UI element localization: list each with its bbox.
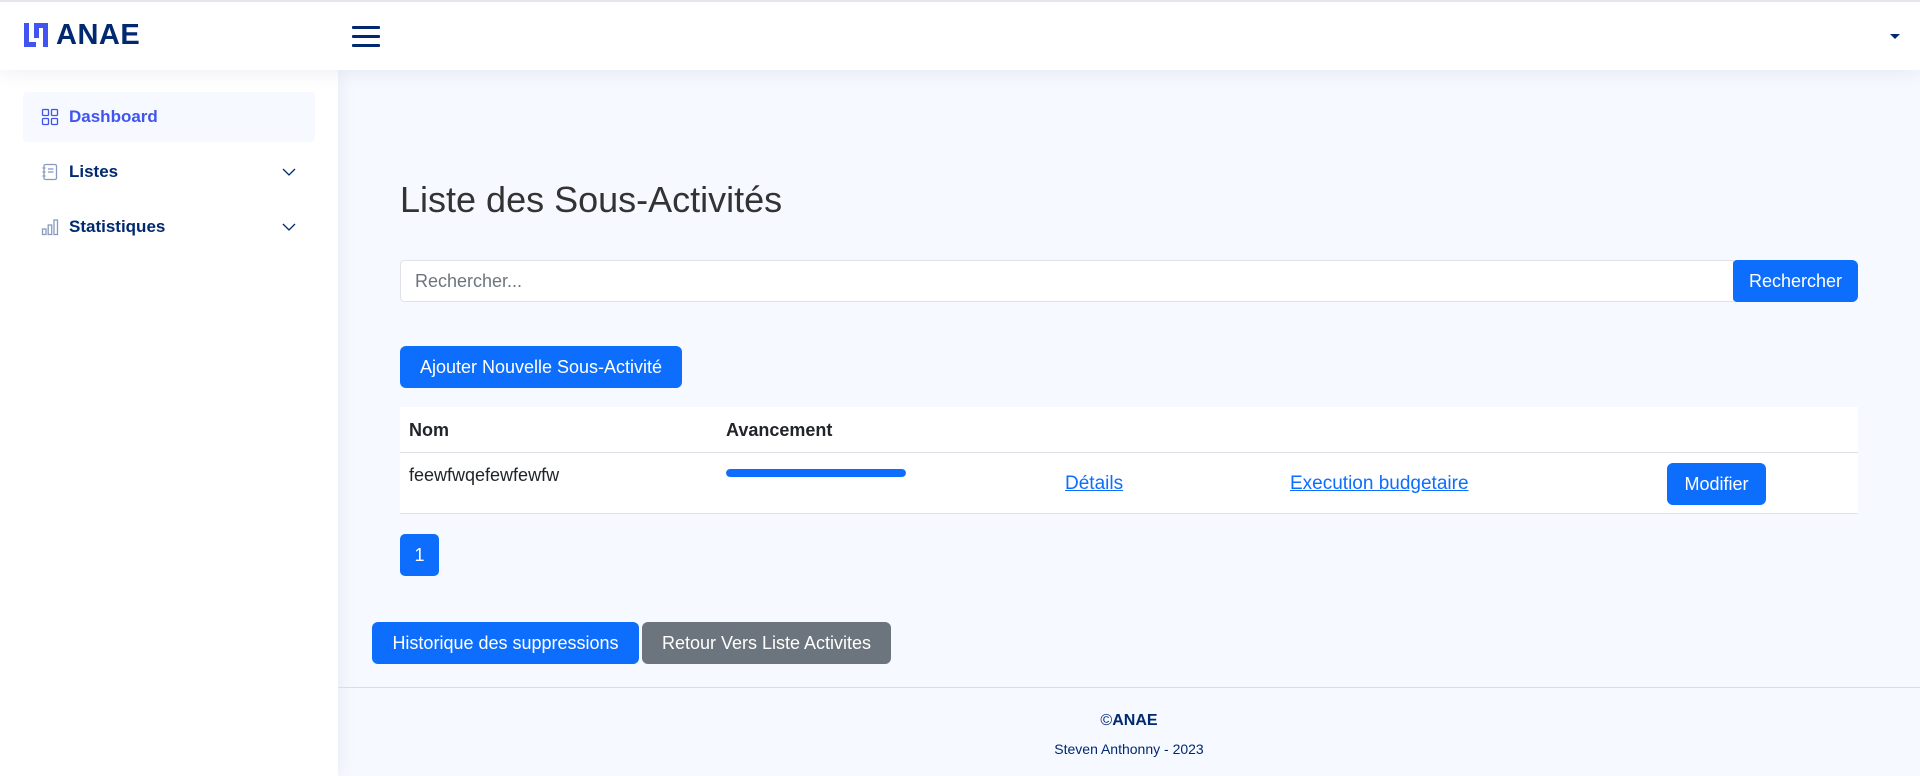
main-content: Liste des Sous-Activités Rechercher Ajou… [338,70,1920,776]
table-row: feewfwqefewfewfw Détails Execution budge… [400,453,1858,514]
bar-chart-icon [41,219,59,236]
footer: ©ANAE Steven Anthonny - 2023 [338,687,1920,776]
menu-toggle-icon[interactable] [352,24,380,48]
chevron-down-icon [282,168,296,176]
copyright: ©ANAE [338,712,1920,730]
logo[interactable]: ANAE [22,19,141,51]
column-header-progress: Avancement [726,420,833,440]
add-sub-activity-button[interactable]: Ajouter Nouvelle Sous-Activité [400,346,682,388]
sidebar-item-label: Dashboard [69,107,158,126]
chevron-down-icon [282,223,296,231]
top-header: ANAE [0,0,1920,70]
sidebar-item-label: Statistiques [69,217,166,236]
modify-button[interactable]: Modifier [1667,463,1766,505]
logo-text: ANAE [56,19,141,51]
logo-icon [24,23,48,47]
search-button[interactable]: Rechercher [1733,260,1858,302]
sidebar-item-statistiques[interactable]: Statistiques [23,202,315,252]
deletion-history-button[interactable]: Historique des suppressions [372,622,639,664]
budget-execution-link[interactable]: Execution budgetaire [1290,473,1469,495]
footer-credits: Steven Anthonny - 2023 [1054,741,1204,757]
column-header-name: Nom [409,420,449,440]
sub-activities-table: Nom Avancement feewfwqefewfewfw Détails … [400,407,1858,514]
row-name: feewfwqefewfewfw [409,465,560,485]
progress-bar [726,469,906,477]
pagination-page-1[interactable]: 1 [400,534,439,576]
details-link[interactable]: Détails [1065,473,1123,495]
grid-icon [41,108,59,126]
sidebar-item-listes[interactable]: Listes [23,147,315,197]
page-title: Liste des Sous-Activités [400,179,783,220]
profile-dropdown-icon[interactable] [1890,34,1900,39]
search-input[interactable] [400,260,1734,302]
progress-bar-fill [726,469,906,477]
copyright-symbol: © [1100,712,1113,729]
sidebar-item-dashboard[interactable]: Dashboard [23,92,315,142]
sidebar: Dashboard Listes Statistiques [0,70,338,776]
footer-brand: ANAE [1112,712,1158,729]
table-header: Nom Avancement [400,407,1858,453]
sidebar-item-label: Listes [69,162,119,181]
journal-icon [42,163,58,181]
back-to-activities-button[interactable]: Retour Vers Liste Activites [642,622,891,664]
